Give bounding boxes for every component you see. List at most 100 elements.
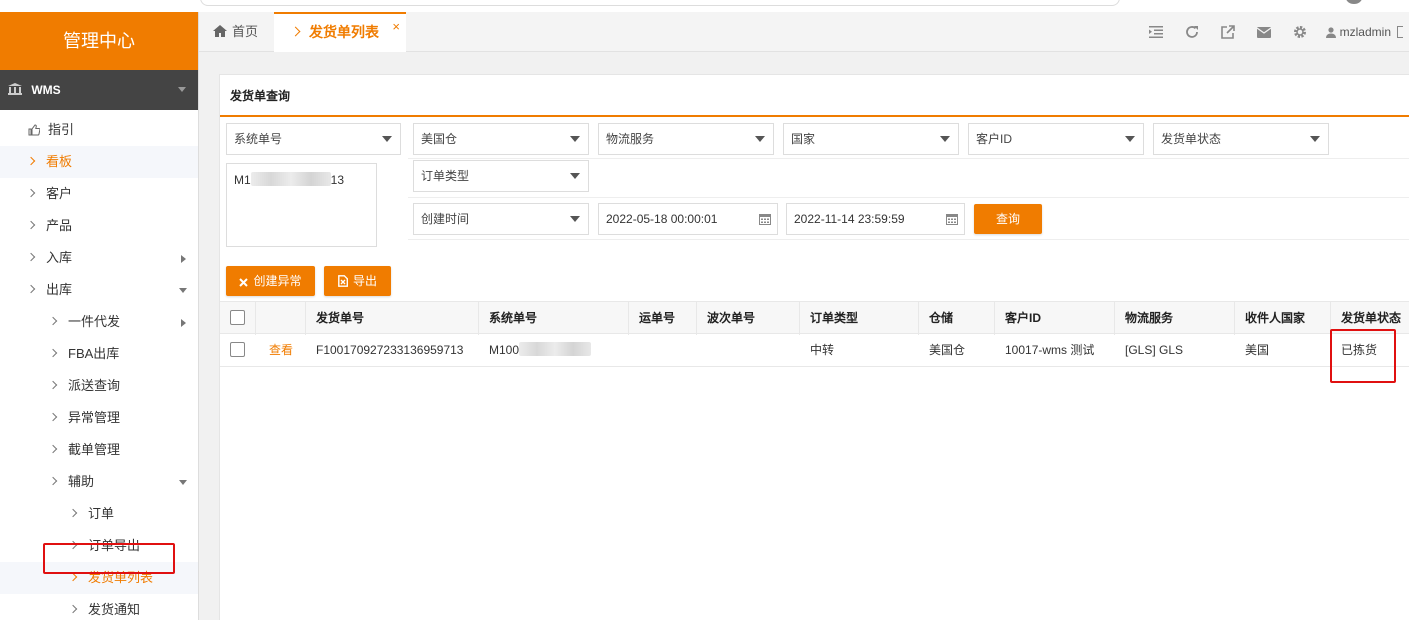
- sidebar-item-outbound[interactable]: 出库: [0, 274, 198, 306]
- username: mzladmin: [1339, 25, 1391, 39]
- caret-down-icon: [178, 87, 186, 92]
- tab-active-label: 发货单列表: [309, 24, 379, 40]
- settings-button[interactable]: [1282, 12, 1318, 52]
- caret-down-icon: [570, 216, 580, 222]
- bank-icon: [8, 83, 22, 95]
- header-warehouse[interactable]: 仓储: [919, 302, 995, 335]
- select-all-checkbox[interactable]: [230, 310, 245, 325]
- caret-down-icon: [1125, 136, 1135, 142]
- header-country[interactable]: 收件人国家: [1235, 302, 1331, 335]
- system-no-textarea[interactable]: M1 13: [226, 163, 377, 247]
- sidebar-item-label: 发货单列表: [88, 570, 154, 585]
- warehouse-select[interactable]: 美国仓: [413, 123, 589, 155]
- header-shipment-no[interactable]: 发货单号: [306, 302, 479, 335]
- sidebar-item-label: 发货通知: [88, 602, 141, 617]
- open-external-button[interactable]: [1210, 12, 1246, 52]
- refresh-button[interactable]: [1174, 12, 1210, 52]
- cell-system-no: M100: [479, 334, 629, 367]
- chevron-right-icon: [26, 220, 36, 230]
- chevron-right-icon: [48, 476, 58, 486]
- end-date-input[interactable]: 2022-11-14 23:59:59: [786, 203, 965, 235]
- sidebar-item-products[interactable]: 产品: [0, 210, 198, 242]
- header-wave-no[interactable]: 波次单号: [697, 302, 800, 335]
- header-status[interactable]: 发货单状态: [1331, 302, 1409, 335]
- chevron-right-icon: [48, 444, 58, 454]
- sidebar-item-shipment-notice[interactable]: 发货通知: [0, 594, 198, 620]
- export-button[interactable]: 导出: [324, 266, 391, 296]
- sidebar-item-shipment-list[interactable]: 发货单列表: [0, 562, 198, 594]
- status-select[interactable]: 发货单状态: [1153, 123, 1329, 155]
- caret-down-icon: [570, 173, 580, 179]
- sidebar-item-inbound[interactable]: 入库: [0, 242, 198, 274]
- module-switcher[interactable]: WMS: [0, 70, 198, 110]
- caret-right-icon: [181, 319, 186, 327]
- logistics-select[interactable]: 物流服务: [598, 123, 774, 155]
- view-link[interactable]: 查看: [256, 334, 306, 367]
- sidebar-item-label: 看板: [46, 154, 73, 169]
- envelope-icon: [1256, 26, 1271, 38]
- header-system-no[interactable]: 系统单号: [479, 302, 629, 335]
- sidebar-item-label: 出库: [46, 282, 73, 297]
- external-link-icon: [1220, 25, 1235, 39]
- sidebar-item-dropship[interactable]: 一件代发: [0, 306, 198, 338]
- header-action: [256, 302, 306, 335]
- chevron-right-icon: [68, 540, 78, 550]
- chevron-right-icon: [48, 316, 58, 326]
- sidebar-item-guide[interactable]: 指引: [0, 114, 198, 146]
- sidebar-item-customers[interactable]: 客户: [0, 178, 198, 210]
- sidebar-item-orders[interactable]: 订单: [0, 498, 198, 530]
- sidebar: 管理中心 WMS 指引 看板 客户 产品 入库 出库 一件代发 FBA出库 派送…: [0, 12, 199, 620]
- header-order-type[interactable]: 订单类型: [800, 302, 919, 335]
- caret-down-icon: [755, 136, 765, 142]
- cell-warehouse: 美国仓: [929, 343, 966, 357]
- user-menu[interactable]: mzladmin: [1318, 25, 1397, 39]
- system-no-select[interactable]: 系统单号: [226, 123, 401, 155]
- sidebar-item-label: 指引: [48, 122, 75, 137]
- chevron-right-icon: [26, 156, 36, 166]
- browser-chrome: [0, 0, 1409, 12]
- table-header: 发货单号 系统单号 运单号 波次单号 订单类型 仓储 客户ID 物流服务 收件人…: [220, 301, 1409, 335]
- order-type-select[interactable]: 订单类型: [413, 160, 589, 192]
- sidebar-toggle-button[interactable]: [1397, 12, 1409, 52]
- row-checkbox[interactable]: [230, 342, 245, 357]
- menu-toggle-button[interactable]: [1138, 12, 1174, 52]
- query-button[interactable]: 查询: [974, 204, 1042, 234]
- file-export-icon: [338, 275, 348, 287]
- sidebar-item-order-export[interactable]: 订单导出: [0, 530, 198, 562]
- address-bar[interactable]: [200, 0, 1120, 6]
- messages-button[interactable]: [1246, 12, 1282, 52]
- cell-status: 已拣货: [1341, 343, 1378, 357]
- user-icon: [1325, 26, 1336, 38]
- customer-id-select[interactable]: 客户ID: [968, 123, 1144, 155]
- tab-close-icon[interactable]: ×: [392, 8, 400, 45]
- cell-order-type: 中转: [810, 343, 835, 357]
- sidebar-item-delivery-query[interactable]: 派送查询: [0, 370, 198, 402]
- create-exception-button[interactable]: 创建异常: [226, 266, 315, 296]
- chevron-right-icon: [68, 604, 78, 614]
- panel-icon: [1397, 26, 1403, 38]
- caret-down-icon: [570, 136, 580, 142]
- query-panel: 发货单查询 系统单号 美国仓 物流服务 国家 客户ID 发货单状态 M1 13 订…: [219, 74, 1409, 620]
- sidebar-item-auxiliary[interactable]: 辅助: [0, 466, 198, 498]
- time-type-select[interactable]: 创建时间: [413, 203, 589, 235]
- start-date-input[interactable]: 2022-05-18 00:00:01: [598, 203, 778, 235]
- divider: [408, 158, 1409, 159]
- sidebar-item-label: 截单管理: [68, 442, 121, 457]
- header-tracking-no[interactable]: 运单号: [629, 302, 697, 335]
- tab-shipment-list[interactable]: 发货单列表 ×: [274, 12, 406, 52]
- caret-down-icon: [179, 480, 187, 485]
- country-select[interactable]: 国家: [783, 123, 959, 155]
- sidebar-item-exceptions[interactable]: 异常管理: [0, 402, 198, 434]
- chevron-right-icon: [26, 252, 36, 262]
- cell-country: 美国: [1245, 343, 1270, 357]
- tab-home[interactable]: 首页: [199, 12, 273, 52]
- chevron-right-icon: [26, 188, 36, 198]
- sidebar-item-order-cutoff[interactable]: 截单管理: [0, 434, 198, 466]
- header-logistics[interactable]: 物流服务: [1115, 302, 1235, 335]
- sidebar-item-dashboard[interactable]: 看板: [0, 146, 198, 178]
- profile-icon[interactable]: [1346, 0, 1362, 4]
- sidebar-item-label: 入库: [46, 250, 73, 265]
- sidebar-item-fba-outbound[interactable]: FBA出库: [0, 338, 198, 370]
- header-customer-id[interactable]: 客户ID: [995, 302, 1115, 335]
- sidebar-item-label: 订单: [88, 506, 115, 521]
